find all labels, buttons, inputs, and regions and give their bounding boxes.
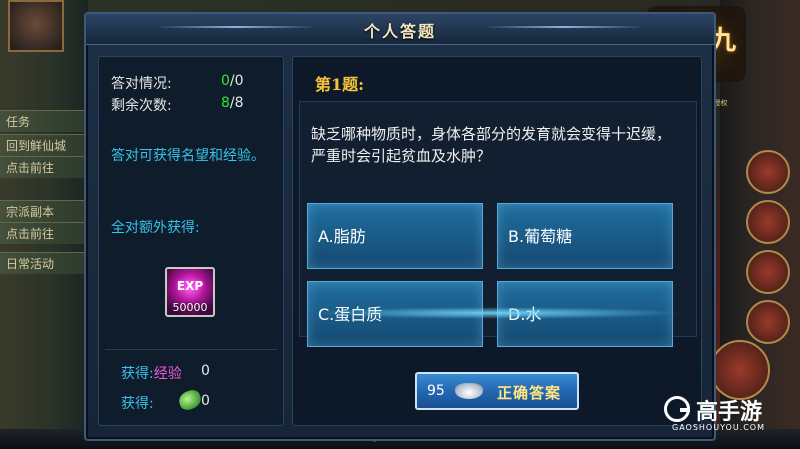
- hud-task-tab[interactable]: 任务: [0, 110, 86, 132]
- correct-label: 答对情况:: [111, 76, 172, 92]
- remaining-value: 8/8: [221, 95, 244, 111]
- remaining-label: 剩余次数:: [111, 98, 172, 114]
- exp-label: 经验: [153, 366, 182, 382]
- attack-icon[interactable]: [710, 340, 770, 400]
- silver-ingot-icon: [455, 383, 483, 399]
- exp-gain-value: 0: [201, 363, 210, 379]
- jade-gain-row: 获得: 0: [121, 387, 210, 413]
- hud-task-item[interactable]: 点击前往: [0, 222, 86, 244]
- hud-task-item[interactable]: 回到鲜仙城: [0, 134, 86, 156]
- divider: [105, 349, 277, 350]
- correct-total: /0: [229, 73, 244, 89]
- jade-gain-value: 0: [201, 393, 210, 409]
- answer-button-label: 正确答案: [497, 384, 562, 402]
- question-text: 缺乏哪种物质时，身体各部分的发育就会变得十迟缓，严重时会引起贫血及水肿？: [311, 125, 672, 165]
- dialog-titlebar: 个人答题: [86, 14, 714, 45]
- hud-task-item[interactable]: 日常活动: [0, 252, 86, 274]
- watermark: 高手游 GAOSHOUYOU.COM: [664, 394, 794, 434]
- skill-icon[interactable]: [746, 150, 790, 194]
- bonus-label: 全对额外获得:: [111, 220, 200, 236]
- dialog-title: 个人答题: [363, 22, 436, 41]
- remaining-total: /8: [229, 95, 244, 111]
- hud-task-item[interactable]: 宗派副本: [0, 200, 86, 222]
- jade-icon: [176, 387, 204, 413]
- hud-task-item[interactable]: 点击前往: [0, 156, 86, 178]
- answer-cost: 95: [427, 383, 445, 399]
- exp-reward-icon[interactable]: EXP 50000: [165, 267, 215, 317]
- skill-icon[interactable]: [746, 300, 790, 344]
- correct-count: 0: [221, 73, 230, 89]
- skill-icon[interactable]: [746, 250, 790, 294]
- exp-gain-row: 获得:经验 0: [121, 363, 210, 383]
- watermark-logo-icon: [664, 396, 690, 422]
- watermark-url: GAOSHOUYOU.COM: [672, 423, 766, 432]
- reward-description: 答对可获得名望和经验。: [111, 148, 265, 164]
- correct-value: 0/0: [221, 73, 244, 89]
- option-a-button[interactable]: A.脂肪: [307, 203, 483, 269]
- watermark-brand: 高手游: [696, 400, 763, 425]
- exp-icon-label: EXP: [176, 279, 204, 293]
- correct-answer-button[interactable]: 95 正确答案: [415, 372, 579, 410]
- skill-icon[interactable]: [746, 200, 790, 244]
- player-avatar[interactable]: [8, 0, 64, 52]
- exp-amount: 50000: [172, 301, 208, 314]
- quiz-dialog: 个人答题 答对情况: 0/0 剩余次数: 8/8 答对可获得名望和经验。 全对额…: [84, 12, 716, 441]
- question-panel: 第1题: 缺乏哪种物质时，身体各部分的发育就会变得十迟缓，严重时会引起贫血及水肿…: [292, 56, 702, 426]
- stats-panel: 答对情况: 0/0 剩余次数: 8/8 答对可获得名望和经验。 全对额外获得: …: [98, 56, 284, 426]
- gain-label: 获得:: [121, 396, 154, 412]
- remaining-count: 8: [221, 95, 230, 111]
- correct-stat: 答对情况: 0/0: [111, 73, 244, 93]
- remaining-stat: 剩余次数: 8/8: [111, 95, 244, 115]
- question-number: 第1题:: [315, 75, 365, 94]
- option-b-button[interactable]: B.葡萄糖: [497, 203, 673, 269]
- panel-glow: [313, 307, 683, 319]
- gain-label: 获得:: [121, 366, 154, 382]
